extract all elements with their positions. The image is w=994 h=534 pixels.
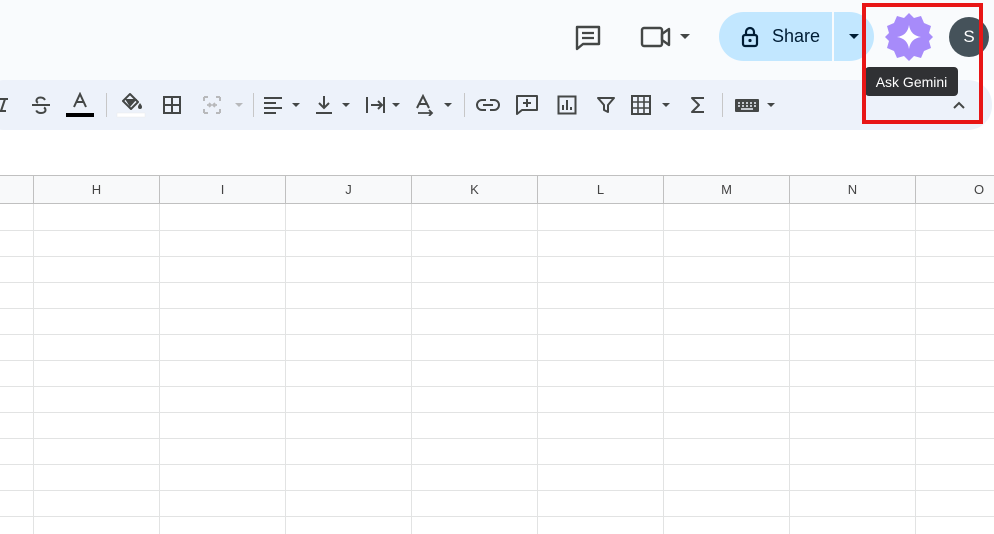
horizontal-align-icon[interactable] xyxy=(262,90,304,120)
grid-column-line xyxy=(159,204,160,534)
toolbar-separator xyxy=(106,93,107,117)
grid-row-line xyxy=(0,516,994,517)
insert-link-icon[interactable] xyxy=(475,90,501,120)
fill-color-icon[interactable] xyxy=(115,90,147,120)
highlight-box xyxy=(862,3,983,124)
grid-column-line xyxy=(411,204,412,534)
strikethrough-icon[interactable] xyxy=(28,90,54,120)
grid-row-line xyxy=(0,438,994,439)
toolbar-separator xyxy=(722,93,723,117)
text-color-icon[interactable] xyxy=(64,90,96,120)
comment-history-icon[interactable] xyxy=(570,20,606,56)
column-header-j[interactable]: J xyxy=(286,175,412,204)
input-tools-icon[interactable] xyxy=(733,90,781,120)
column-header-m[interactable]: M xyxy=(664,175,790,204)
meet-video-icon[interactable] xyxy=(636,22,696,52)
grid-row-line xyxy=(0,308,994,309)
column-header-partial[interactable] xyxy=(0,175,34,204)
column-header-k[interactable]: K xyxy=(412,175,538,204)
grid-column-line xyxy=(915,204,916,534)
grid-column-line xyxy=(285,204,286,534)
grid-column-line xyxy=(789,204,790,534)
insert-chart-icon[interactable] xyxy=(555,90,579,120)
spreadsheet-grid[interactable]: H I J K L M N O xyxy=(0,175,994,534)
grid-row-line xyxy=(0,412,994,413)
lock-icon xyxy=(739,25,761,49)
grid-column-line xyxy=(537,204,538,534)
grid-row-line xyxy=(0,230,994,231)
grid-row-line xyxy=(0,386,994,387)
column-header-h[interactable]: H xyxy=(34,175,160,204)
toolbar-separator xyxy=(253,93,254,117)
grid-row-line xyxy=(0,360,994,361)
share-label: Share xyxy=(772,26,821,46)
grid-row-line xyxy=(0,464,994,465)
chevron-down-icon xyxy=(848,28,860,46)
share-button-group: Share xyxy=(719,12,874,61)
vertical-align-icon[interactable] xyxy=(314,90,354,120)
borders-icon[interactable] xyxy=(160,90,184,120)
merge-cells-icon xyxy=(200,90,248,120)
filter-icon[interactable] xyxy=(594,90,618,120)
insert-comment-icon[interactable] xyxy=(514,90,540,120)
grid-row-line xyxy=(0,256,994,257)
grid-column-line xyxy=(663,204,664,534)
column-header-i[interactable]: I xyxy=(160,175,286,204)
italic-icon[interactable] xyxy=(0,90,10,120)
functions-icon[interactable] xyxy=(686,90,710,120)
grid-row-line xyxy=(0,490,994,491)
filter-views-icon[interactable] xyxy=(630,90,674,120)
column-header-l[interactable]: L xyxy=(538,175,664,204)
share-button[interactable]: Share xyxy=(719,12,832,61)
column-header-o[interactable]: O xyxy=(916,175,994,204)
formula-bar-area xyxy=(0,130,994,176)
text-rotation-icon[interactable] xyxy=(414,90,456,120)
grid-row-line xyxy=(0,282,994,283)
toolbar-separator xyxy=(464,93,465,117)
column-header-n[interactable]: N xyxy=(790,175,916,204)
text-wrapping-icon[interactable] xyxy=(364,90,404,120)
grid-column-line xyxy=(33,204,34,534)
grid-row-line xyxy=(0,334,994,335)
